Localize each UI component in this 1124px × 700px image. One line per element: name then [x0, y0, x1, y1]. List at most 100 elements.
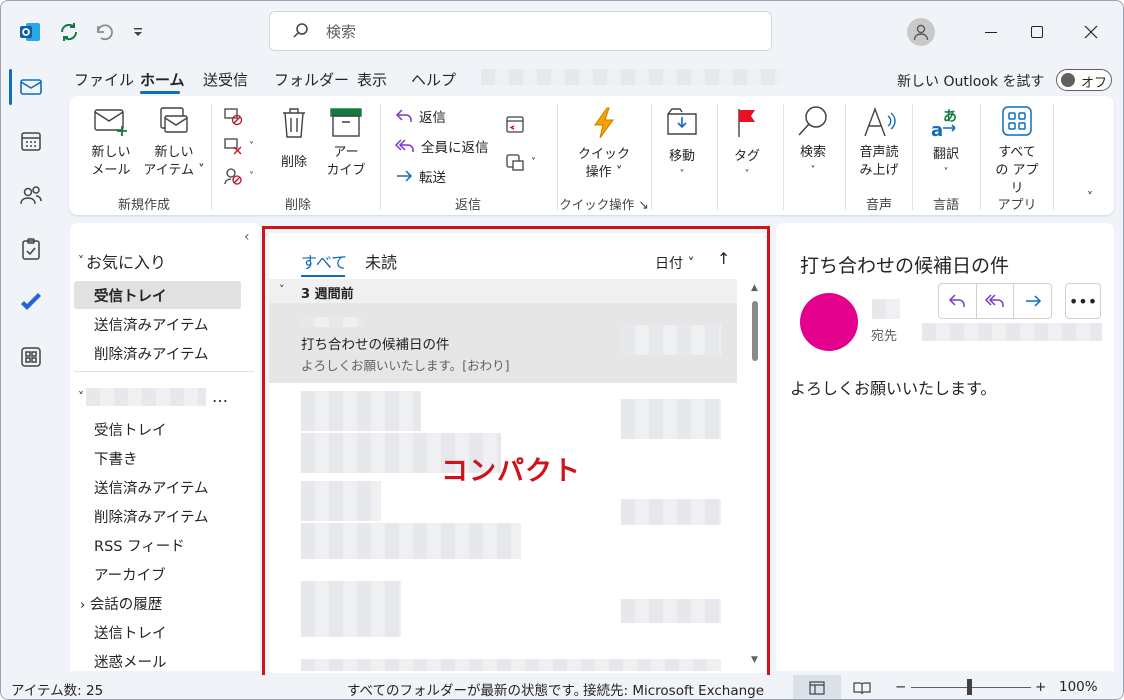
- forward-button[interactable]: 転送: [395, 166, 446, 186]
- folder-conversation-history[interactable]: › 会話の履歴: [80, 593, 162, 614]
- sender-avatar[interactable]: [800, 293, 858, 351]
- new-item-label-1: 新しい: [154, 145, 194, 160]
- folder-rss-feeds[interactable]: RSS フィード: [94, 535, 185, 556]
- ribbon-separator: [651, 104, 652, 210]
- todo-icon[interactable]: [13, 285, 49, 321]
- ignore-button[interactable]: [223, 106, 243, 126]
- ribbon-separator: [1053, 104, 1054, 210]
- folder-drafts[interactable]: 下書き: [94, 448, 138, 469]
- reply-all-icon: [395, 139, 414, 152]
- tab-view[interactable]: 表示: [357, 69, 387, 90]
- folder-junk[interactable]: 迷惑メール: [94, 651, 167, 672]
- tab-file[interactable]: ファイル: [74, 69, 134, 90]
- reply-button[interactable]: 返信: [395, 106, 446, 126]
- archive-label-2: カイブ: [326, 163, 366, 178]
- annotation-label: コンパクト: [441, 456, 581, 487]
- search-input[interactable]: 検索: [269, 11, 772, 51]
- more-actions-button[interactable]: •••: [1065, 283, 1101, 319]
- mail-icon[interactable]: [13, 69, 49, 105]
- normal-view-icon: [809, 681, 825, 695]
- tab-folder[interactable]: フォルダー: [274, 69, 349, 90]
- zoom-out-button[interactable]: −: [895, 679, 906, 695]
- junk-button[interactable]: ˅: [223, 166, 254, 186]
- ribbon-separator: [783, 104, 784, 210]
- favorites-header[interactable]: ˅ お気に入り: [78, 249, 166, 273]
- minimize-button[interactable]: [976, 17, 1006, 47]
- folder-deleted-items[interactable]: 削除済みアイテム: [94, 506, 209, 527]
- favorite-inbox[interactable]: 受信トレイ: [94, 285, 167, 306]
- move-icon: [667, 108, 697, 135]
- folder-outbox[interactable]: 送信トレイ: [94, 622, 167, 643]
- reply-actions: [938, 283, 1052, 319]
- reply-all-label: 全員に返信: [421, 140, 489, 156]
- apps-icon[interactable]: [13, 339, 49, 375]
- collapse-pane-icon[interactable]: ‹: [244, 229, 250, 245]
- reply-all-button[interactable]: 全員に返信: [395, 136, 489, 156]
- calendar-icon[interactable]: [13, 123, 49, 159]
- svg-text:あ: あ: [943, 109, 957, 125]
- item-count: アイテム数: 25: [11, 683, 104, 699]
- maximize-button[interactable]: [1022, 17, 1052, 47]
- zoom-slider-thumb[interactable]: [967, 679, 972, 695]
- folder-inbox[interactable]: 受信トレイ: [94, 419, 167, 440]
- translate-label: 翻訳: [932, 147, 959, 162]
- ribbon-expand-chevron-icon[interactable]: ˅: [1087, 190, 1093, 204]
- trash-icon: [283, 108, 305, 138]
- account-header[interactable]: ˅ …: [78, 387, 228, 406]
- folder-archive[interactable]: アーカイブ: [94, 564, 166, 585]
- favorite-deleted-items[interactable]: 削除済みアイテム: [94, 343, 209, 364]
- all-apps-label-2: の アプリ: [995, 163, 1039, 196]
- menu-bar: ファイル ホーム 送受信 フォルダー 表示 ヘルプ 新しい Outlook を試…: [61, 63, 1123, 95]
- folder-pane: ‹ ˅ お気に入り 受信トレイ 送信済みアイテム 削除済みアイテム ˅ … 受信…: [70, 223, 260, 671]
- quick-steps-button[interactable]: クイック 操作 ˅: [575, 106, 633, 182]
- zoom-in-button[interactable]: +: [1035, 679, 1046, 695]
- reply-icon: [395, 109, 412, 122]
- tags-button[interactable]: タグ ˅: [727, 106, 767, 184]
- account-avatar[interactable]: [907, 18, 935, 46]
- normal-view-button[interactable]: [793, 675, 841, 699]
- ribbon-separator: [845, 104, 846, 210]
- tab-home[interactable]: ホーム: [140, 69, 185, 90]
- delete-button[interactable]: 削除: [273, 106, 315, 172]
- find-button[interactable]: 検索 ˅: [791, 104, 835, 180]
- sync-icon[interactable]: [56, 19, 82, 45]
- new-item-button[interactable]: 新しい アイテム ˅: [139, 106, 209, 180]
- folder-sent-items[interactable]: 送信済みアイテム: [94, 477, 209, 498]
- reply-action-button[interactable]: [939, 284, 977, 318]
- forward-icon: [1025, 295, 1041, 307]
- archive-button[interactable]: アー カイブ: [323, 106, 369, 180]
- tags-label: タグ: [733, 149, 760, 164]
- more-respond-button[interactable]: ˅: [505, 152, 536, 172]
- divider: [74, 371, 254, 372]
- forward-action-button[interactable]: [1014, 284, 1051, 318]
- move-label: 移動: [668, 149, 695, 164]
- customize-toolbar-icon[interactable]: [125, 19, 151, 45]
- cleanup-button[interactable]: ˅: [223, 136, 254, 156]
- title-bar: 検索: [1, 1, 1123, 63]
- archive-label-1: アー: [333, 145, 359, 160]
- tab-send-receive[interactable]: 送受信: [203, 69, 248, 90]
- favorite-sent-items[interactable]: 送信済みアイテム: [94, 314, 209, 335]
- tab-help[interactable]: ヘルプ: [411, 69, 456, 90]
- archive-icon: [330, 108, 362, 137]
- tab-home-underline: [140, 91, 180, 94]
- undo-icon[interactable]: [91, 19, 117, 45]
- meeting-button[interactable]: [505, 114, 525, 134]
- forward-icon: [397, 170, 413, 182]
- people-icon[interactable]: [13, 177, 49, 213]
- message-body: よろしくお願いいたします。: [790, 379, 997, 398]
- all-apps-icon: [1002, 106, 1032, 136]
- reading-view-button[interactable]: [853, 681, 871, 699]
- new-mail-button[interactable]: 新しい メール: [83, 106, 139, 180]
- read-aloud-button[interactable]: 音声読 み上げ: [853, 106, 905, 180]
- new-outlook-toggle[interactable]: オフ: [1056, 69, 1112, 91]
- close-button[interactable]: [1076, 17, 1106, 47]
- new-mail-icon: [94, 109, 127, 136]
- connection-status: 接続先: Microsoft Exchange: [583, 683, 765, 699]
- move-button[interactable]: 移動 ˅: [661, 106, 703, 184]
- tasks-icon[interactable]: [13, 231, 49, 267]
- ribbon-separator: [557, 104, 558, 210]
- translate-button[interactable]: aあ 翻訳 ˅: [921, 106, 971, 182]
- all-apps-button[interactable]: すべて の アプリ: [989, 106, 1045, 198]
- reply-all-action-button[interactable]: [977, 284, 1015, 318]
